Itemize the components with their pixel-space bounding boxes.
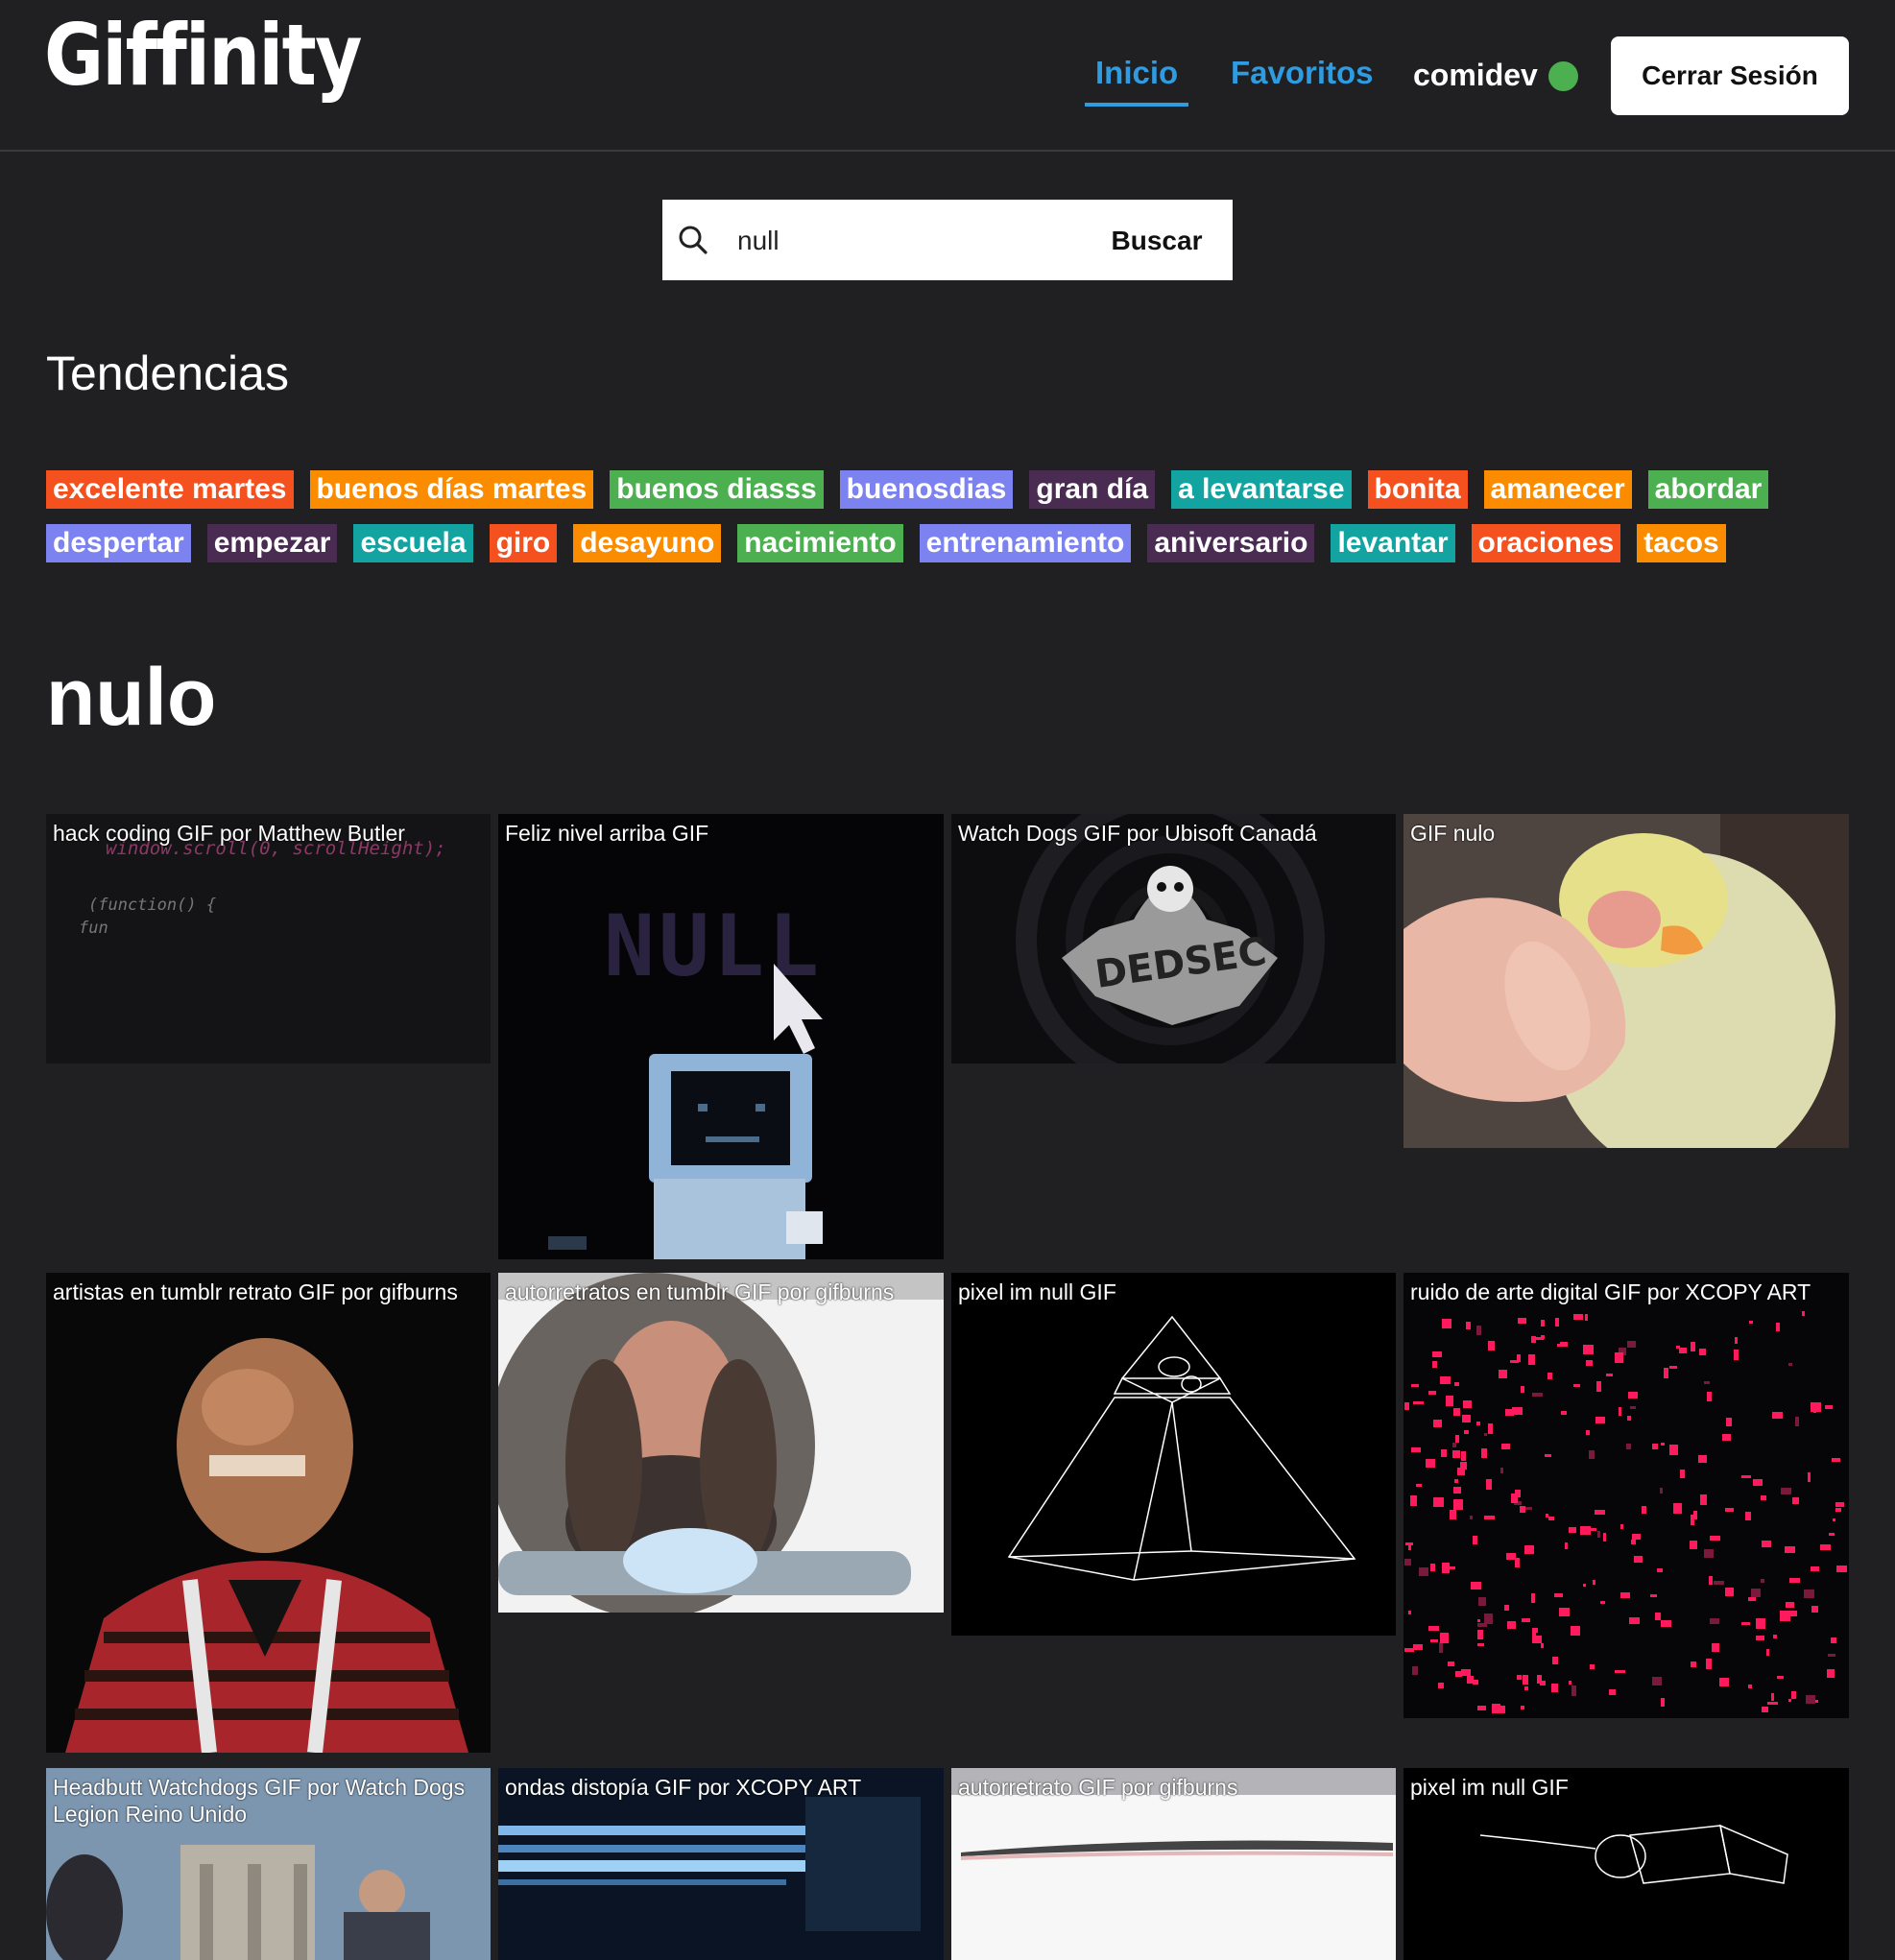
gif-image: window.scroll(0, scrollHeight); (functio… [46,814,491,1064]
trending-tag[interactable]: aniversario [1147,524,1315,562]
gif-card[interactable]: GIF nulo [1403,814,1849,1148]
gif-title: pixel im null GIF [1410,1775,1569,1800]
active-nav-indicator [1085,103,1188,107]
trending-tag[interactable]: empezar [206,524,338,562]
trending-tag[interactable]: desayuno [573,524,722,562]
logout-button[interactable]: Cerrar Sesión [1611,36,1849,115]
nav-link-favoritos[interactable]: Favoritos [1231,54,1374,92]
trending-title: Tendencias [46,347,289,400]
trending-tag[interactable]: buenosdias [839,470,1014,509]
trending-tag[interactable]: escuela [353,524,473,562]
trending-tags-row-2: despertar empezar escuela giro desayuno nacim… [46,524,1726,562]
gif-card[interactable]: pixel im null GIF [1403,1768,1849,1960]
trending-tag[interactable]: buenos días martes [309,470,594,509]
gif-card[interactable]: window.scroll(0, scrollHeight); (functio… [46,814,491,1064]
trending-tag[interactable]: a levantarse [1171,470,1352,509]
gif-image: NULL [498,814,944,1259]
gif-card[interactable]: artistas en tumblr retrato GIF por gifbu… [46,1273,491,1753]
gif-title: GIF nulo [1410,821,1496,846]
gif-image: DEDSEC [951,814,1396,1064]
gif-title: Feliz nivel arriba GIF [505,821,709,846]
gif-title: hack coding GIF por Matthew Butler [53,821,405,846]
trending-tag[interactable]: abordar [1647,470,1769,509]
username-label: comidev [1413,58,1538,92]
svg-text:NULL: NULL [604,896,823,995]
trending-tag[interactable]: despertar [46,524,191,562]
top-header: Giffinity Inicio Favoritos comidev Cerra… [0,0,1895,152]
gif-image [1403,1273,1849,1718]
gif-title: ruido de arte digital GIF por XCOPY ART [1410,1279,1811,1304]
search-input[interactable] [735,217,1142,265]
gif-title: autorretrato GIF por gifburns [958,1775,1238,1800]
trending-tag[interactable]: excelente martes [46,470,294,509]
trending-tag[interactable]: giro [489,524,558,562]
online-status-icon [1548,61,1578,91]
svg-text:(function() {: (function() { [88,896,216,915]
trending-tags-row-1: excelente martes buenos días martes buenos… [46,470,1769,509]
results-title: nulo [46,652,217,742]
gif-card[interactable]: ruido de arte digital GIF por XCOPY ART [1403,1273,1849,1718]
gif-title: artistas en tumblr retrato GIF por gifbu… [53,1279,458,1304]
trending-tag[interactable]: nacimiento [737,524,903,562]
gif-image [46,1273,491,1753]
gif-title: ondas distopía GIF por XCOPY ART [505,1775,862,1800]
gif-image [1403,814,1849,1148]
gif-card[interactable]: ondas distopía GIF por XCOPY ART [498,1768,944,1960]
gif-title: Headbutt Watchdogs GIF por Watch Dogs Le… [53,1775,466,1827]
gif-card[interactable]: autorretratos en tumblr GIF por gifburns [498,1273,944,1613]
trending-tag[interactable]: buenos diasss [610,470,824,509]
gif-image [498,1273,944,1613]
trending-tag[interactable]: entrenamiento [919,524,1132,562]
search-icon [679,226,708,254]
gif-card[interactable]: DEDSEC Watch Dogs GIF por Ubisoft Canadá [951,814,1396,1064]
gif-card[interactable]: autorretrato GIF por gifburns [951,1768,1396,1960]
gif-title: pixel im null GIF [958,1279,1116,1304]
gif-card[interactable]: NULL Feliz nivel arriba GIF [498,814,944,1259]
nav-link-inicio[interactable]: Inicio [1095,54,1178,92]
app-logo[interactable]: Giffinity [44,13,362,98]
trending-tag[interactable]: gran día [1029,470,1156,509]
gif-card[interactable]: Headbutt Watchdogs GIF por Watch Dogs Le… [46,1768,491,1960]
trending-tag[interactable]: levantar [1331,524,1455,562]
gif-title: autorretratos en tumblr GIF por gifburns [505,1279,895,1304]
search-button[interactable]: Buscar [1094,217,1219,265]
trending-tag[interactable]: oraciones [1471,524,1621,562]
gif-title: Watch Dogs GIF por Ubisoft Canadá [958,821,1317,846]
gif-image [951,1273,1396,1636]
gif-card[interactable]: pixel im null GIF [951,1273,1396,1636]
trending-tag[interactable]: amanecer [1483,470,1632,509]
trending-tag[interactable]: tacos [1637,524,1726,562]
trending-tag[interactable]: bonita [1367,470,1468,509]
svg-text:fun: fun [79,919,108,938]
